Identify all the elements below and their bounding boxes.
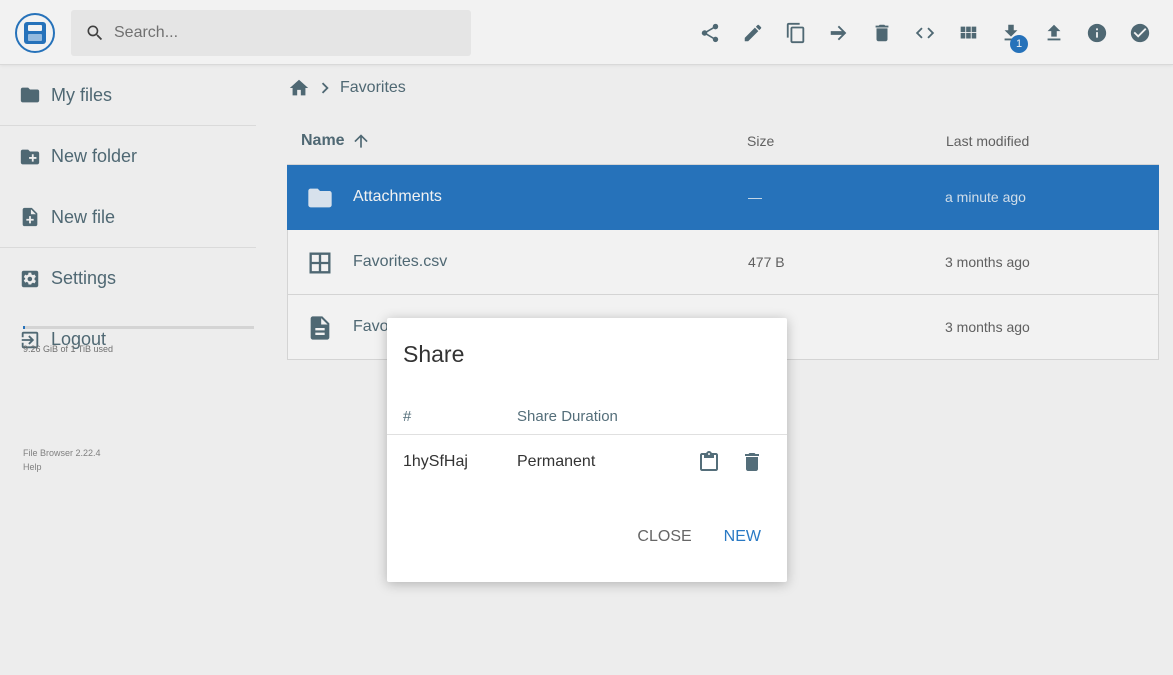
share-table-header: # Share Duration — [387, 405, 787, 435]
clipboard-icon — [700, 451, 718, 471]
dialog-actions: CLOSE NEW — [613, 524, 769, 550]
share-duration: Permanent — [517, 453, 596, 470]
share-dialog: Share # Share Duration 1hySfHaj Permanen… — [387, 318, 787, 582]
share-hash: 1hySfHaj — [403, 453, 468, 470]
hash-column-header: # — [403, 408, 412, 425]
close-button[interactable]: CLOSE — [629, 524, 699, 550]
duration-column-header: Share Duration — [517, 408, 618, 425]
share-row: 1hySfHaj Permanent — [387, 435, 787, 490]
copy-link-button[interactable] — [697, 450, 721, 474]
new-share-button[interactable]: NEW — [716, 524, 769, 550]
delete-icon — [745, 453, 759, 471]
dialog-title: Share — [403, 341, 465, 367]
delete-share-button[interactable] — [740, 450, 764, 474]
share-table: # Share Duration 1hySfHaj Permanent — [387, 405, 787, 490]
